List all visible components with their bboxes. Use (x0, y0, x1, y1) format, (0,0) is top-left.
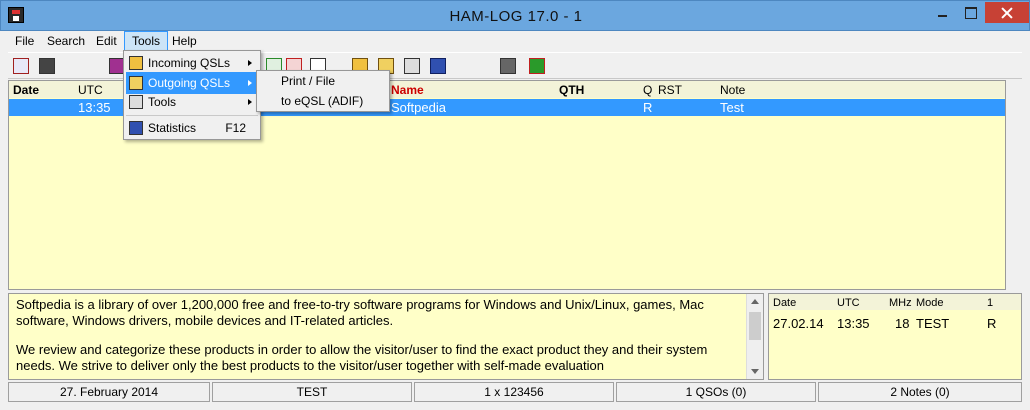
menu-item-statistics[interactable]: Statistics F12 (126, 117, 258, 139)
cell-q: R (643, 100, 653, 115)
menu-separator (126, 115, 258, 116)
submenu-arrow-icon (248, 99, 252, 105)
status-bar: 27. February 2014 TEST 1 x 123456 1 QSOs… (8, 382, 1022, 404)
binoculars-icon[interactable] (37, 56, 57, 76)
window-title: HAM-LOG 17.0 - 1 (449, 8, 583, 25)
statistics-icon[interactable] (428, 56, 448, 76)
memo-text: Softpedia is a library of over 1,200,000… (16, 297, 744, 387)
cell-utc: 13:35 (78, 100, 111, 115)
qso-list[interactable]: Date UTC MHz Mode 1 27.02.14 13:35 18 TE… (768, 293, 1022, 380)
qso-cell-mhz: 18 (895, 316, 910, 331)
qso-col-rst: 1 (987, 297, 994, 309)
qso-cell-utc: 13:35 (837, 316, 870, 331)
scroll-down-icon[interactable] (751, 369, 759, 374)
memo-paragraph: We review and categorize these products … (16, 342, 708, 373)
printer-icon (129, 95, 143, 109)
menu-edit[interactable]: Edit (89, 31, 124, 51)
menu-item-print-file[interactable]: Print / File (259, 71, 387, 91)
status-mode: TEST (212, 382, 412, 402)
scroll-thumb[interactable] (749, 312, 761, 340)
memo-scrollbar[interactable] (746, 294, 763, 379)
col-rst[interactable]: RST (658, 83, 682, 97)
notes-memo[interactable]: Softpedia is a library of over 1,200,000… (8, 293, 764, 380)
shortcut-label: F12 (225, 121, 246, 135)
menu-search[interactable]: Search (40, 31, 92, 51)
cell-note: Test (720, 100, 744, 115)
maximize-button[interactable] (957, 2, 984, 23)
submenu-arrow-icon (248, 60, 252, 66)
qso-list-header: Date UTC MHz Mode 1 (769, 294, 1021, 310)
outgoing-qsls-submenu: Print / File to eQSL (ADIF) (256, 70, 390, 112)
menu-item-to-eqsl[interactable]: to eQSL (ADIF) (259, 91, 387, 111)
minimize-button[interactable] (929, 2, 956, 23)
menu-bar: File Search Edit Tools Help (8, 31, 1022, 51)
status-count: 1 x 123456 (414, 382, 614, 402)
status-qsos: 1 QSOs (0) (616, 382, 816, 402)
tools-dropdown: Incoming QSLs Outgoing QSLs Tools Statis… (123, 50, 261, 140)
submenu-arrow-icon (248, 80, 252, 86)
tools-icon[interactable] (498, 56, 518, 76)
col-q[interactable]: Q (643, 83, 652, 97)
qso-col-mhz: MHz (889, 297, 912, 309)
close-button[interactable] (985, 2, 1029, 23)
qsl-in-icon (129, 56, 143, 70)
menu-item-tools[interactable]: Tools (126, 91, 258, 113)
qso-col-date: Date (773, 297, 797, 309)
col-utc[interactable]: UTC (78, 83, 103, 97)
col-name[interactable]: Name (391, 83, 424, 97)
col-date[interactable]: Date (13, 83, 39, 97)
statistics-icon (129, 121, 143, 135)
qso-cell-date: 27.02.14 (773, 316, 824, 331)
qso-cell-mode: TEST (916, 316, 950, 331)
status-date: 27. February 2014 (8, 382, 210, 402)
menu-tools[interactable]: Tools (124, 31, 169, 51)
menu-item-incoming-qsls[interactable]: Incoming QSLs (126, 52, 258, 74)
qso-cell-rst: R (987, 316, 997, 331)
col-qth[interactable]: QTH (559, 83, 584, 97)
cell-name: Softpedia (391, 100, 446, 115)
qso-col-mode: Mode (916, 297, 944, 309)
home-icon[interactable] (11, 56, 31, 76)
qso-col-utc: UTC (837, 297, 860, 309)
scroll-up-icon[interactable] (751, 299, 759, 304)
col-note[interactable]: Note (720, 83, 745, 97)
exit-icon[interactable] (527, 56, 547, 76)
status-notes: 2 Notes (0) (818, 382, 1022, 402)
memo-paragraph: Softpedia is a library of over 1,200,000… (16, 297, 704, 328)
title-bar: HAM-LOG 17.0 - 1 (0, 0, 1030, 31)
menu-file[interactable]: File (8, 31, 41, 51)
qsl-out-icon (129, 76, 143, 90)
menu-help[interactable]: Help (165, 31, 204, 51)
printer-icon[interactable] (402, 56, 422, 76)
